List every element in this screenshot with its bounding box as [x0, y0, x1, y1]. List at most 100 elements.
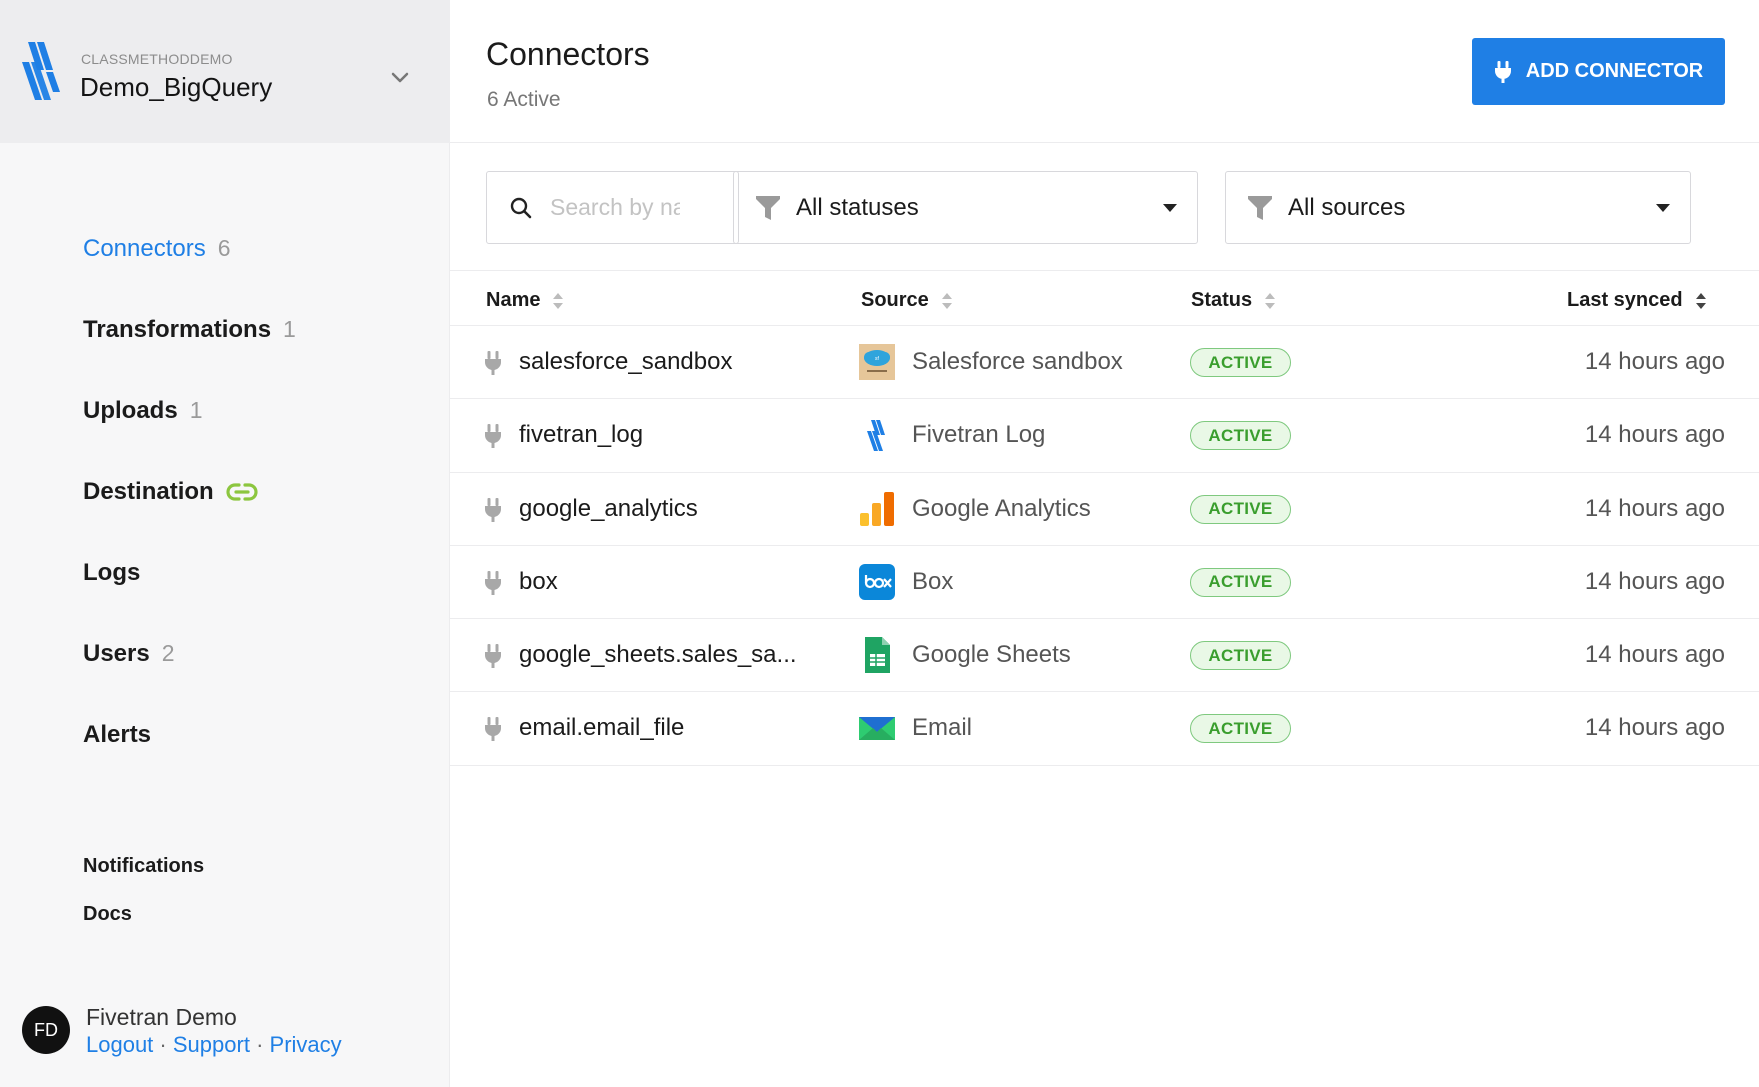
table-row[interactable]: google_analytics Google Analytics ACTIVE… [450, 473, 1759, 546]
avatar[interactable]: FD [22, 1006, 70, 1054]
sidebar-item-transformations[interactable]: Transformations 1 [83, 289, 296, 370]
add-connector-label: ADD CONNECTOR [1525, 60, 1704, 82]
column-header-source[interactable]: Source [861, 289, 953, 312]
svg-text:sf: sf [875, 356, 880, 362]
column-header-status[interactable]: Status [1191, 289, 1276, 312]
last-synced: 14 hours ago [1584, 348, 1725, 375]
sidebar-item-alerts[interactable]: Alerts [83, 694, 296, 775]
sidebar-item-count: 2 [161, 640, 175, 666]
plug-icon [484, 570, 502, 595]
google-sheets-icon [865, 637, 890, 674]
link-separator: · [159, 1032, 167, 1057]
fivetran-logo-icon [22, 42, 60, 100]
caret-down-icon [1163, 204, 1177, 212]
caret-down-icon [1656, 204, 1670, 212]
column-label: Source [861, 289, 929, 311]
sidebar-item-count: 1 [189, 397, 203, 423]
link-separator: · [256, 1032, 264, 1057]
column-header-name[interactable]: Name [486, 289, 564, 312]
sort-icon [941, 292, 952, 309]
chevron-down-icon[interactable] [388, 68, 412, 88]
account-org-name: CLASSMETHODDEMO [81, 51, 233, 67]
main-nav: Connectors 6 Transformations 1 Uploads 1… [83, 208, 296, 775]
connectors-table: Name Source Status Last synced salesforc… [450, 271, 1759, 766]
sidebar-item-label: Logs [83, 558, 141, 586]
plug-icon [484, 424, 502, 449]
sidebar-item-count: 1 [283, 316, 296, 342]
plug-icon [484, 717, 502, 742]
source-name: Google Sheets [912, 641, 1071, 669]
status-badge: ACTIVE [1190, 714, 1291, 744]
last-synced: 14 hours ago [1584, 714, 1725, 742]
user-panel: FD Fivetran Demo Logout · Support · Priv… [22, 1000, 432, 1070]
salesforce-icon: sf [859, 344, 895, 380]
table-row[interactable]: email.email_file Email ACTIVE 14 hours a… [450, 692, 1759, 766]
privacy-link[interactable]: Privacy [270, 1032, 342, 1057]
plug-icon [484, 644, 502, 669]
sidebar-item-users[interactable]: Users 2 [83, 613, 296, 694]
status-filter-select[interactable]: All statuses [733, 171, 1198, 244]
add-connector-button[interactable]: ADD CONNECTOR [1472, 38, 1725, 105]
table-row[interactable]: salesforce_sandbox sf Salesforce sandbox… [450, 326, 1759, 400]
last-synced: 14 hours ago [1584, 421, 1725, 449]
sidebar-item-uploads[interactable]: Uploads 1 [83, 370, 296, 451]
status-badge: ACTIVE [1190, 641, 1291, 671]
secondary-nav: Notifications Docs [83, 852, 204, 948]
account-destination-name: Demo_BigQuery [80, 72, 273, 102]
logout-link[interactable]: Logout [86, 1032, 153, 1057]
search-input[interactable] [550, 194, 680, 221]
status-filter-value: All statuses [796, 193, 919, 221]
search-box[interactable] [486, 171, 739, 244]
table-row[interactable]: fivetran_log Fivetran Log ACTIVE 14 hour… [450, 399, 1759, 473]
source-name: Salesforce sandbox [912, 348, 1123, 375]
box-icon [859, 563, 895, 600]
table-row[interactable]: google_sheets.sales_sa... Google Sheets … [450, 619, 1759, 693]
status-badge: ACTIVE [1190, 567, 1291, 597]
filter-bar: All statuses All sources [450, 143, 1759, 271]
source-filter-select[interactable]: All sources [1225, 171, 1691, 244]
table-header: Name Source Status Last synced [450, 271, 1759, 326]
status-badge: ACTIVE [1190, 494, 1291, 524]
fivetran-icon [867, 420, 885, 452]
page-title: Connectors [486, 36, 650, 72]
email-icon [859, 717, 895, 741]
support-link[interactable]: Support [173, 1032, 250, 1057]
source-name: Box [912, 567, 954, 595]
sidebar-item-destination[interactable]: Destination [83, 451, 296, 532]
connector-name: salesforce_sandbox [519, 348, 733, 375]
sort-icon [1265, 292, 1276, 309]
source-name: Google Analytics [912, 494, 1091, 522]
active-count: 6 Active [487, 88, 561, 111]
sidebar-item-docs[interactable]: Docs [83, 900, 204, 948]
sidebar-item-label: Connectors [83, 234, 206, 262]
column-header-last-synced[interactable]: Last synced [1567, 289, 1707, 312]
link-icon [226, 482, 258, 501]
sort-icon [553, 292, 564, 309]
status-badge: ACTIVE [1190, 348, 1291, 377]
sidebar-item-connectors[interactable]: Connectors 6 [83, 208, 296, 289]
sidebar-item-logs[interactable]: Logs [83, 532, 296, 613]
table-row[interactable]: box Box ACTIVE 14 hours ago [450, 546, 1759, 620]
main-content: Connectors 6 Active ADD CONNECTOR Search… [450, 0, 1759, 1087]
connector-name: google_analytics [519, 494, 698, 522]
filter-icon [756, 195, 780, 220]
plug-icon [484, 497, 502, 522]
filter-icon [1248, 195, 1272, 220]
sidebar-item-label: Users [83, 639, 150, 667]
sidebar-item-count: 6 [217, 235, 231, 261]
source-name: Fivetran Log [912, 421, 1046, 449]
page-header: Connectors 6 Active ADD CONNECTOR [450, 0, 1759, 143]
connector-name: fivetran_log [519, 421, 644, 449]
last-synced: 14 hours ago [1584, 567, 1725, 595]
search-icon [510, 197, 532, 218]
sidebar-item-notifications[interactable]: Notifications [83, 852, 204, 900]
column-label: Last synced [1567, 289, 1683, 311]
account-switcher[interactable]: CLASSMETHODDEMO Demo_BigQuery [0, 0, 450, 143]
connector-name: box [519, 567, 558, 595]
sidebar-item-label: Alerts [83, 720, 152, 748]
source-filter-value: All sources [1288, 193, 1406, 221]
sidebar: CLASSMETHODDEMO Demo_BigQuery Connectors… [0, 0, 450, 1087]
connector-name: google_sheets.sales_sa... [519, 641, 797, 669]
sidebar-item-label: Destination [83, 477, 214, 505]
column-label: Name [486, 289, 541, 311]
